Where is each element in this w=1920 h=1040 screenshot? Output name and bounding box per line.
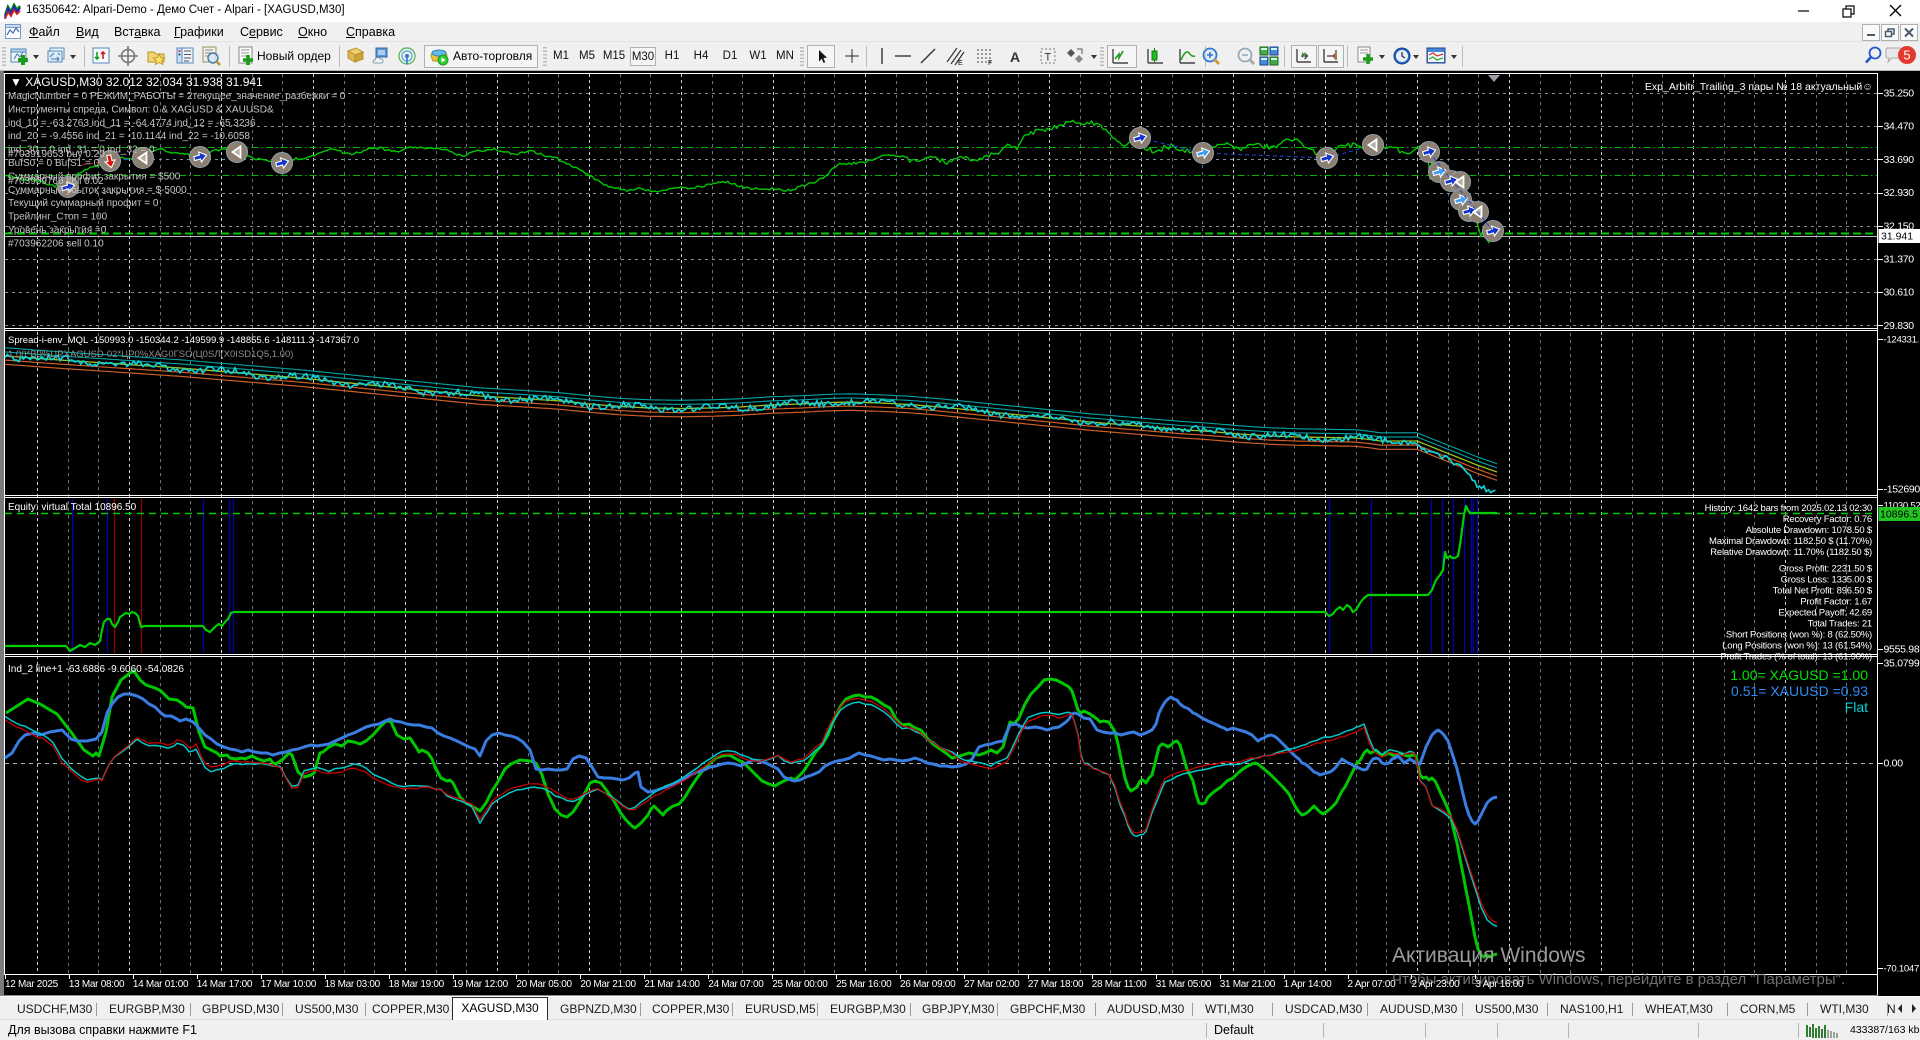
svg-text:F: F bbox=[988, 60, 992, 67]
svg-text:ind_10 = -63.2763 ind_11 = -64: ind_10 = -63.2763 ind_11 = -64.4774 ind_… bbox=[8, 118, 256, 129]
svg-text:25 Mar 00:00: 25 Mar 00:00 bbox=[772, 979, 828, 990]
svg-text:28 Mar 11:00: 28 Mar 11:00 bbox=[1092, 979, 1147, 990]
svg-text:1.00*В0%ЦРXAGUSD·02*ЦР0%ХАG0ГS: 1.00*В0%ЦРXAGUSD·02*ЦР0%ХАG0ГSО(Ц0SЛ(Х0I… bbox=[8, 349, 293, 360]
svg-text:18 Mar 19:00: 18 Mar 19:00 bbox=[389, 979, 445, 990]
svg-text:Total Net Profit: 896.50 $: Total Net Profit: 896.50 $ bbox=[1773, 586, 1873, 597]
svg-text:Profit Trades (% of total): 13: Profit Trades (% of total): 13 (61.90%) bbox=[1720, 652, 1872, 663]
svg-text:1.00= XAGUSD =1.00: 1.00= XAGUSD =1.00 bbox=[1730, 667, 1868, 683]
svg-text:14 Mar 17:00: 14 Mar 17:00 bbox=[197, 979, 253, 990]
svg-text:Profit Factor: 1.67: Profit Factor: 1.67 bbox=[1800, 597, 1872, 608]
svg-text:Spread-i-env_MQL -150993.0 -15: Spread-i-env_MQL -150993.0 -150344.2 -14… bbox=[8, 335, 359, 346]
svg-text:30.610: 30.610 bbox=[1884, 287, 1915, 299]
svg-text:31 Mar 05:00: 31 Mar 05:00 bbox=[1156, 979, 1212, 990]
svg-text:Exp_Arbitr_Trailing_3 пары № 1: Exp_Arbitr_Trailing_3 пары № 18 актуальн… bbox=[1645, 81, 1873, 93]
svg-text:5: 5 bbox=[1903, 48, 1910, 63]
svg-text:20 Mar 21:00: 20 Mar 21:00 bbox=[580, 979, 636, 990]
svg-text:0.00: 0.00 bbox=[1884, 758, 1904, 770]
svg-text:1 Apr 14:00: 1 Apr 14:00 bbox=[1284, 979, 1333, 990]
svg-text:#703959766 sell 0.02: #703959766 sell 0.02 bbox=[8, 176, 104, 187]
svg-text:27 Mar 02:00: 27 Mar 02:00 bbox=[964, 979, 1020, 990]
svg-text:0.51= XAUUSD =0.93: 0.51= XAUUSD =0.93 bbox=[1731, 683, 1868, 699]
svg-text:27 Mar 18:00: 27 Mar 18:00 bbox=[1028, 979, 1084, 990]
svg-text:ind_20 = -9.4556 ind_21 = -10.: ind_20 = -9.4556 ind_21 = -10.1144 ind_2… bbox=[8, 131, 250, 142]
svg-text:19 Mar 12:00: 19 Mar 12:00 bbox=[453, 979, 509, 990]
svg-text:18 Mar 03:00: 18 Mar 03:00 bbox=[325, 979, 381, 990]
svg-text:#703919653 buy 0.20: #703919653 buy 0.20 bbox=[8, 149, 105, 160]
svg-text:Expected Payoff: 42.69: Expected Payoff: 42.69 bbox=[1778, 608, 1872, 619]
svg-text:24 Mar 07:00: 24 Mar 07:00 bbox=[708, 979, 764, 990]
svg-text:9555.98: 9555.98 bbox=[1884, 644, 1920, 656]
svg-text:-70.1047: -70.1047 bbox=[1884, 964, 1919, 975]
svg-text:14 Mar 01:00: 14 Mar 01:00 bbox=[133, 979, 189, 990]
svg-text:35.250: 35.250 bbox=[1884, 88, 1915, 100]
svg-text:Активация Windows: Активация Windows bbox=[1392, 944, 1586, 967]
svg-text:E: E bbox=[958, 60, 963, 67]
svg-text:26 Mar 09:00: 26 Mar 09:00 bbox=[900, 979, 956, 990]
svg-text:Gross Profit: 2231.50 $: Gross Profit: 2231.50 $ bbox=[1779, 564, 1873, 575]
svg-text:Flat: Flat bbox=[1845, 699, 1868, 715]
svg-text:Total Trades: 21: Total Trades: 21 bbox=[1808, 619, 1872, 630]
svg-text:#703962206 sell 0.10: #703962206 sell 0.10 bbox=[8, 238, 104, 249]
svg-text:Equity: virtual Total 10896.50: Equity: virtual Total 10896.50 bbox=[8, 502, 137, 513]
svg-text:Уровень закрытия =0: Уровень закрытия =0 bbox=[8, 225, 107, 236]
svg-text:10896.5: 10896.5 bbox=[1880, 509, 1918, 521]
svg-text:34.470: 34.470 bbox=[1884, 121, 1915, 133]
svg-text:13 Mar 08:00: 13 Mar 08:00 bbox=[69, 979, 125, 990]
svg-text:20 Mar 05:00: 20 Mar 05:00 bbox=[516, 979, 572, 990]
svg-text:31.370: 31.370 bbox=[1884, 254, 1915, 266]
svg-text:History: 1642 bars from 2025.0: History: 1642 bars from 2025.02.13 02:30 bbox=[1705, 503, 1872, 514]
svg-text:Recovery Factor: 0.76: Recovery Factor: 0.76 bbox=[1783, 514, 1872, 525]
svg-text:Чтобы активировать Windows, пе: Чтобы активировать Windows, перейдите в … bbox=[1392, 971, 1845, 988]
svg-text:Gross Loss: 1335.00 $: Gross Loss: 1335.00 $ bbox=[1781, 575, 1873, 586]
svg-text:33.690: 33.690 bbox=[1884, 154, 1915, 166]
svg-text:▼ XAGUSD,M30 32.012 32.034 31: ▼ XAGUSD,M30 32.012 32.034 31.938 31.941 bbox=[10, 75, 263, 89]
svg-text:21 Mar 14:00: 21 Mar 14:00 bbox=[644, 979, 700, 990]
svg-text:Текущий суммарный профит = 0: Текущий суммарный профит = 0 bbox=[8, 197, 159, 209]
svg-text:-124331.: -124331. bbox=[1884, 335, 1919, 346]
svg-text:35.0799: 35.0799 bbox=[1884, 658, 1920, 670]
svg-text:MagicNumber = 0 РЕЖИМ_РАБОТЫ =: MagicNumber = 0 РЕЖИМ_РАБОТЫ = 2текущее_… bbox=[8, 90, 346, 102]
svg-text:29.830: 29.830 bbox=[1884, 320, 1915, 332]
svg-text:12 Mar 2025: 12 Mar 2025 bbox=[5, 979, 59, 990]
svg-text:Absolute Drawdown: 1078.50 $: Absolute Drawdown: 1078.50 $ bbox=[1746, 525, 1873, 536]
svg-text:31.941: 31.941 bbox=[1881, 231, 1913, 243]
svg-text:17 Mar 10:00: 17 Mar 10:00 bbox=[261, 979, 317, 990]
svg-text:T: T bbox=[1045, 52, 1052, 64]
svg-text:Ind_2 line+1 -63.6886 -9.6060: Ind_2 line+1 -63.6886 -9.6060 -54.0826 bbox=[8, 664, 184, 675]
svg-text:2 Apr 07:00: 2 Apr 07:00 bbox=[1348, 979, 1397, 990]
svg-text:31 Mar 21:00: 31 Mar 21:00 bbox=[1220, 979, 1276, 990]
svg-text:2 Apr 23:00: 2 Apr 23:00 bbox=[1412, 979, 1461, 990]
svg-text:Relative Drawdown: 11.70% (118: Relative Drawdown: 11.70% (1182.50 $) bbox=[1710, 547, 1872, 558]
svg-text:25 Mar 16:00: 25 Mar 16:00 bbox=[836, 979, 892, 990]
svg-text:32.930: 32.930 bbox=[1884, 187, 1915, 199]
svg-text:Maximal Drawdown: 1182.50 $ (1: Maximal Drawdown: 1182.50 $ (11.70%) bbox=[1709, 536, 1872, 547]
svg-text:Инструменты спреда, Символ: 0: Инструменты спреда, Символ: 0 & XAGUSD &… bbox=[8, 104, 274, 115]
svg-text:Трейлинг_Стоп = 100: Трейлинг_Стоп = 100 bbox=[8, 212, 108, 223]
svg-text:Long Positions (won %): 13 (61: Long Positions (won %): 13 (61.54%) bbox=[1722, 641, 1872, 652]
svg-text:3 Apr 16:00: 3 Apr 16:00 bbox=[1475, 979, 1524, 990]
svg-text:Short Positions (won %): 8 (62: Short Positions (won %): 8 (62.50%) bbox=[1726, 630, 1872, 641]
svg-text:-152690: -152690 bbox=[1884, 484, 1920, 496]
